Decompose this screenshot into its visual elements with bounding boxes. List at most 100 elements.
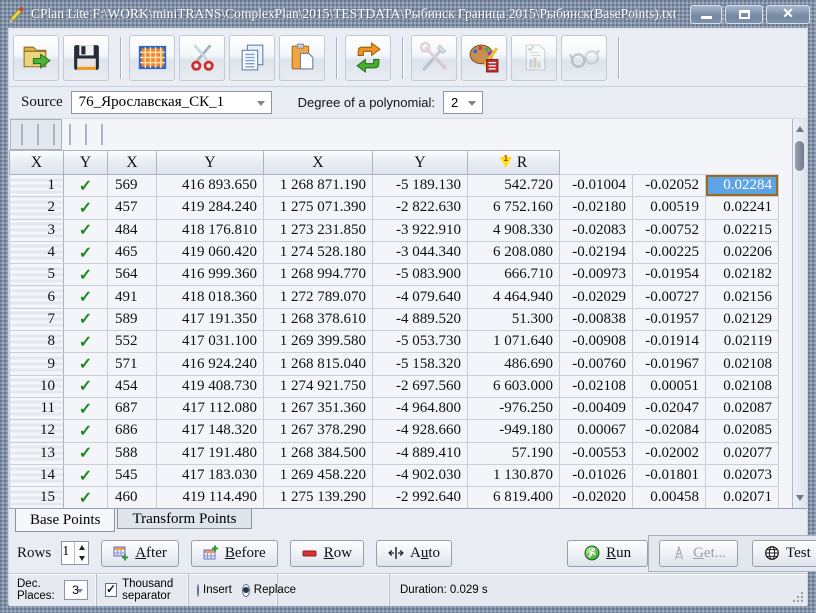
auto-fit-button[interactable]: Auto xyxy=(376,540,452,567)
save-button[interactable] xyxy=(63,35,109,81)
residual-y-cell[interactable]: 0.00519 xyxy=(633,197,706,219)
used-check-cell[interactable]: ✓ xyxy=(64,375,108,397)
resize-grip[interactable] xyxy=(791,590,805,604)
table-row[interactable]: 14 ✓ 545 417 183.030 1 269 458.220 -4 90… xyxy=(10,464,779,486)
name-cell[interactable]: 552 xyxy=(108,331,157,353)
residual-y-cell[interactable]: -0.02052 xyxy=(633,175,706,197)
degree-combobox[interactable]: 2 xyxy=(443,91,483,114)
target-x-cell[interactable]: -4 902.030 xyxy=(373,464,468,486)
source-x-cell[interactable]: 416 924.240 xyxy=(157,353,264,375)
row-number-cell[interactable]: 9 xyxy=(10,353,64,375)
col-header-residual-x[interactable]: X xyxy=(264,151,373,175)
residual-r-cell[interactable]: 0.02085 xyxy=(706,420,779,442)
used-check-cell[interactable]: ✓ xyxy=(64,241,108,263)
source-x-cell[interactable]: 417 183.030 xyxy=(157,464,264,486)
rows-stepper[interactable]: 1 xyxy=(61,541,89,565)
row-number-cell[interactable]: 10 xyxy=(10,375,64,397)
target-y-cell[interactable]: 51.300 xyxy=(468,308,560,330)
source-x-cell[interactable]: 419 060.420 xyxy=(157,241,264,263)
target-x-cell[interactable]: -4 079.640 xyxy=(373,286,468,308)
table-row[interactable]: 11 ✓ 687 417 112.080 1 267 351.360 -4 96… xyxy=(10,397,779,419)
col-header-residual-y[interactable]: Y xyxy=(373,151,468,175)
target-y-cell[interactable]: 666.710 xyxy=(468,264,560,286)
residual-r-cell[interactable]: 0.02077 xyxy=(706,442,779,464)
residual-x-cell[interactable]: -0.00908 xyxy=(560,331,633,353)
residual-r-cell[interactable]: 0.02241 xyxy=(706,197,779,219)
scroll-up-icon[interactable] xyxy=(793,121,807,137)
source-x-cell[interactable]: 419 114.490 xyxy=(157,487,264,509)
table-row[interactable]: 10 ✓ 454 419 408.730 1 274 921.750 -2 69… xyxy=(10,375,779,397)
refresh-button[interactable] xyxy=(345,35,391,81)
source-y-cell[interactable]: 1 267 351.360 xyxy=(264,397,373,419)
residual-y-cell[interactable]: 0.00051 xyxy=(633,375,706,397)
test-button[interactable]: Test xyxy=(752,540,816,567)
source-combobox[interactable]: 76_Ярославская_СК_1 xyxy=(71,91,272,114)
name-cell[interactable]: 687 xyxy=(108,397,157,419)
name-cell[interactable]: 484 xyxy=(108,219,157,241)
source-y-cell[interactable]: 1 274 528.180 xyxy=(264,241,373,263)
target-x-cell[interactable]: -5 053.730 xyxy=(373,331,468,353)
used-check-cell[interactable]: ✓ xyxy=(64,175,108,197)
target-y-cell[interactable]: 6 208.080 xyxy=(468,241,560,263)
target-y-cell[interactable]: -949.180 xyxy=(468,420,560,442)
used-check-cell[interactable]: ✓ xyxy=(64,397,108,419)
col-header-name[interactable]: Name xyxy=(53,124,55,145)
insert-after-button[interactable]: After xyxy=(101,540,179,567)
residual-x-cell[interactable]: -0.02194 xyxy=(560,241,633,263)
used-check-cell[interactable]: ✓ xyxy=(64,197,108,219)
close-button[interactable]: ✕ xyxy=(766,5,810,24)
target-y-cell[interactable]: 1 130.870 xyxy=(468,464,560,486)
source-y-cell[interactable]: 1 275 139.290 xyxy=(264,487,373,509)
residual-x-cell[interactable]: -0.00553 xyxy=(560,442,633,464)
target-y-cell[interactable]: 4 464.940 xyxy=(468,286,560,308)
residual-y-cell[interactable]: -0.02002 xyxy=(633,442,706,464)
name-cell[interactable]: 569 xyxy=(108,175,157,197)
table-row[interactable]: 6 ✓ 491 418 018.360 1 272 789.070 -4 079… xyxy=(10,286,779,308)
name-cell[interactable]: 457 xyxy=(108,197,157,219)
group-header-target-system[interactable]: Target System xyxy=(85,124,87,145)
get-button[interactable]: Get... xyxy=(659,540,738,567)
residual-x-cell[interactable]: -0.02020 xyxy=(560,487,633,509)
open-file-button[interactable] xyxy=(13,35,59,81)
residual-x-cell[interactable]: -0.01026 xyxy=(560,464,633,486)
target-y-cell[interactable]: 6 752.160 xyxy=(468,197,560,219)
source-x-cell[interactable]: 417 031.100 xyxy=(157,331,264,353)
source-y-cell[interactable]: 1 268 994.770 xyxy=(264,264,373,286)
residual-y-cell[interactable]: -0.00727 xyxy=(633,286,706,308)
row-number-cell[interactable]: 3 xyxy=(10,219,64,241)
target-x-cell[interactable]: -2 822.630 xyxy=(373,197,468,219)
used-check-cell[interactable]: ✓ xyxy=(64,331,108,353)
target-x-cell[interactable]: -4 889.520 xyxy=(373,308,468,330)
minimize-button[interactable] xyxy=(690,5,722,24)
name-cell[interactable]: 564 xyxy=(108,264,157,286)
source-x-cell[interactable]: 416 893.650 xyxy=(157,175,264,197)
stepper-up-icon[interactable] xyxy=(75,542,88,553)
residual-r-cell[interactable]: 0.02215 xyxy=(706,219,779,241)
source-x-cell[interactable]: 418 176.810 xyxy=(157,219,264,241)
delete-row-button[interactable]: Row xyxy=(290,540,364,567)
stepper-down-icon[interactable] xyxy=(75,553,88,564)
row-number-cell[interactable]: 15 xyxy=(10,487,64,509)
residual-y-cell[interactable]: -0.02047 xyxy=(633,397,706,419)
table-button[interactable] xyxy=(129,35,175,81)
residual-r-cell[interactable]: 0.02108 xyxy=(706,375,779,397)
table-row[interactable]: 5 ✓ 564 416 999.360 1 268 994.770 -5 083… xyxy=(10,264,779,286)
scroll-down-icon[interactable] xyxy=(793,490,807,506)
residual-r-cell[interactable]: 0.02156 xyxy=(706,286,779,308)
source-x-cell[interactable]: 417 191.350 xyxy=(157,308,264,330)
residual-y-cell[interactable]: -0.00752 xyxy=(633,219,706,241)
row-number-cell[interactable]: 6 xyxy=(10,286,64,308)
residual-x-cell[interactable]: -0.00409 xyxy=(560,397,633,419)
col-header-source-y[interactable]: Y xyxy=(64,151,108,175)
residual-r-cell[interactable]: 0.02119 xyxy=(706,331,779,353)
name-cell[interactable]: 454 xyxy=(108,375,157,397)
col-header-source-x[interactable]: X xyxy=(10,151,64,175)
source-y-cell[interactable]: 1 267 378.290 xyxy=(264,420,373,442)
table-row[interactable]: 15 ✓ 460 419 114.490 1 275 139.290 -2 99… xyxy=(10,487,779,509)
table-row[interactable]: 7 ✓ 589 417 191.350 1 268 378.610 -4 889… xyxy=(10,308,779,330)
used-check-cell[interactable]: ✓ xyxy=(64,286,108,308)
target-x-cell[interactable]: -4 928.660 xyxy=(373,420,468,442)
used-check-cell[interactable]: ✓ xyxy=(64,353,108,375)
used-check-cell[interactable]: ✓ xyxy=(64,442,108,464)
source-x-cell[interactable]: 417 112.080 xyxy=(157,397,264,419)
